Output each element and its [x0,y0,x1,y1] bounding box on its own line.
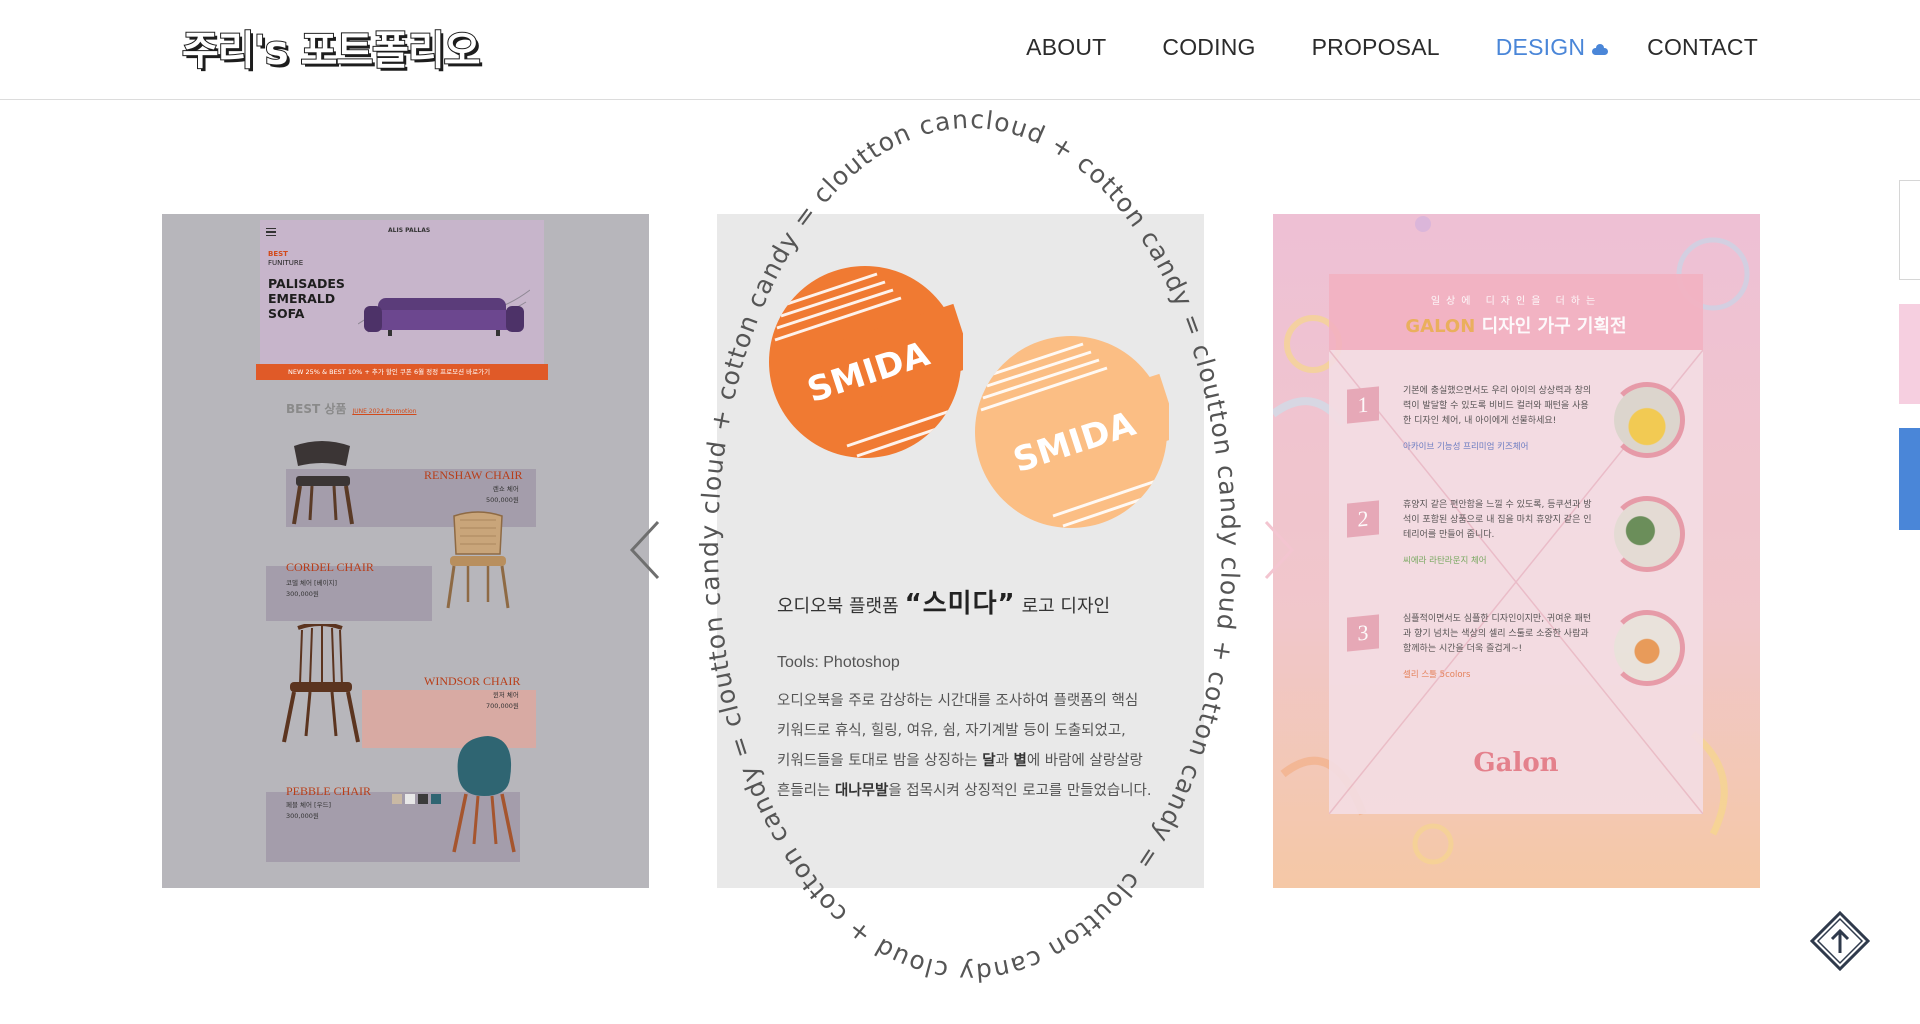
site-header: 주리's 포트폴리오 ABOUT CODING PROPOSAL DESIGN … [0,0,1920,100]
chair-info: 렌쇼 체어 500,000원 [486,485,519,504]
color-swatches [392,794,441,804]
smida-logo-light: SMIDA [975,336,1169,528]
chair-name: WINDSOR CHAIR [424,674,521,688]
cloud-icon [1591,43,1609,55]
slide-left-furniture[interactable]: ALIS PALLAS BEST FUNITURE PALISADES EMERA… [162,214,649,888]
main-nav: ABOUT CODING PROPOSAL DESIGN CONTACT [970,34,1758,61]
chair-info: 페블 체어 [우드] 300,000원 [286,801,332,820]
pebble-chair-image [452,736,516,853]
site-logo[interactable]: 주리's 포트폴리오 [181,22,482,75]
chair-name: CORDEL CHAIR [286,560,374,574]
arrow-up-diamond-icon[interactable] [1810,911,1870,971]
logo-text: 주리's 포트폴리오 [181,27,482,75]
project-tools: Tools: Photoshop [777,654,900,671]
nav-design-label: DESIGN [1495,34,1586,60]
furniture-hero: ALIS PALLAS BEST FUNITURE PALISADES EMERA… [260,220,544,368]
best-label: BEST FUNITURE [268,250,304,267]
side-tab-blue[interactable] [1899,428,1920,530]
project-description: 오디오북을 주로 감상하는 시간대를 조사하여 플랫폼의 핵심 키워드로 휴식,… [777,693,1152,799]
card-dim-overlay [1273,214,1760,888]
chair-name: RENSHAW CHAIR [424,468,523,482]
hamburger-menu-icon [266,228,276,236]
smida-logo-orange: SMIDA [769,266,963,458]
nav-design[interactable]: DESIGN [1495,34,1609,61]
chevron-right-icon[interactable] [1262,520,1296,580]
windsor-chair-image [282,624,360,743]
hero-headline: PALISADES EMERALD SOFA [268,276,345,321]
side-tab-pink[interactable] [1899,304,1920,404]
cordel-chair-image [446,511,510,609]
nav-coding[interactable]: CODING [1162,34,1255,61]
sofa-image [358,289,530,336]
best-section-title: BEST 상품 JUNE 2024 Promotion [286,402,417,416]
chevron-left-icon[interactable] [628,520,662,580]
side-tab-white[interactable] [1899,180,1920,280]
chair-info: 윈저 체어 700,000원 [486,691,519,710]
slide-right-galon[interactable]: 일상에 디자인을 더하는 GALON 디자인 가구 기획전 1 기본에 충실했으… [1273,214,1760,888]
nav-contact[interactable]: CONTACT [1647,34,1758,61]
nav-about[interactable]: ABOUT [1026,34,1106,61]
furniture-brand: ALIS PALLAS [388,227,431,234]
slide-center-smida[interactable]: SMIDA SMIDA 오디오북 플랫폼 “스미다” 로고 디자인 Tools: P… [717,214,1204,888]
project-title: 오디오북 플랫폼 “스미다” 로고 디자인 [777,589,1111,619]
chair-info: 코델 체어 [베이지] 300,000원 [286,579,338,598]
renshaw-chair-image [292,441,354,525]
chair-name: PEBBLE CHAIR [286,784,372,798]
nav-proposal[interactable]: PROPOSAL [1312,34,1440,61]
promo-bar: NEW 25% & BEST 10% + 추가 할인 쿠폰 6월 정정 프로모션… [256,364,548,380]
